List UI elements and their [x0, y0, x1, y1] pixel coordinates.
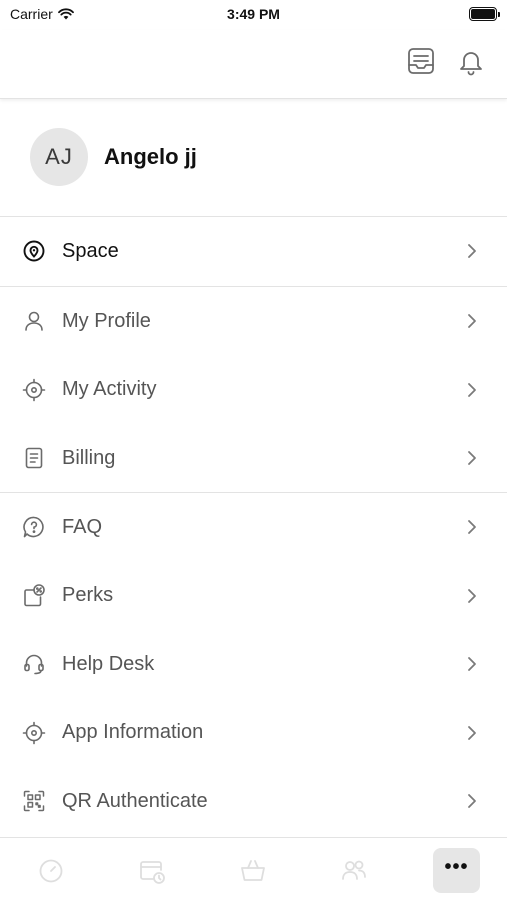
profile-header[interactable]: AJ Angelo jj	[0, 100, 507, 217]
menu-group-space: Space	[0, 217, 507, 286]
menu-item-space[interactable]: Space	[0, 217, 507, 286]
chevron-right-icon	[462, 311, 482, 331]
menu-item-app-information[interactable]: App Information	[0, 699, 507, 768]
status-time: 3:49 PM	[227, 6, 280, 22]
notifications-button[interactable]	[455, 45, 487, 77]
inbox-button[interactable]	[405, 45, 437, 77]
bell-icon	[460, 52, 482, 76]
chevron-right-icon	[462, 791, 482, 811]
user-icon	[21, 308, 47, 334]
menu-item-label: Billing	[62, 446, 116, 469]
tab-more[interactable]: •••	[433, 848, 480, 893]
inbox-icon	[408, 48, 434, 74]
qr-code-icon	[21, 788, 47, 814]
menu-item-label: Perks	[62, 584, 114, 607]
menu-group-support: FAQ Perks Help Desk App Information QR A…	[0, 493, 507, 836]
menu-item-label: App Information	[62, 721, 204, 744]
chevron-right-icon	[462, 586, 482, 606]
top-nav	[0, 30, 507, 99]
tab-dashboard[interactable]	[28, 850, 74, 892]
chevron-right-icon	[462, 517, 482, 537]
chevron-right-icon	[462, 723, 482, 743]
chevron-right-icon	[462, 241, 482, 261]
menu-item-label: QR Authenticate	[62, 789, 208, 812]
menu-item-label: Space	[62, 239, 119, 262]
menu-item-label: Help Desk	[62, 652, 155, 675]
receipt-icon	[21, 445, 47, 471]
tab-bookings[interactable]	[129, 850, 175, 892]
basket-icon	[241, 860, 265, 881]
battery-icon	[469, 7, 500, 21]
menu-item-my-activity[interactable]: My Activity	[0, 356, 507, 425]
crosshair-icon	[21, 377, 47, 403]
tab-shop[interactable]	[230, 850, 276, 892]
headset-icon	[21, 651, 47, 677]
menu-group-account: My Profile My Activity Billing	[0, 287, 507, 493]
menu-item-label: My Profile	[62, 309, 151, 332]
bottom-tab-bar: •••	[0, 837, 507, 900]
more-icon: •••	[444, 855, 469, 878]
location-pin-icon	[21, 238, 47, 264]
question-bubble-icon	[21, 514, 47, 540]
menu-item-faq[interactable]: FAQ	[0, 493, 507, 562]
chevron-right-icon	[462, 448, 482, 468]
menu-item-my-profile[interactable]: My Profile	[0, 287, 507, 356]
status-bar: Carrier 3:49 PM	[0, 0, 507, 30]
chevron-right-icon	[462, 380, 482, 400]
calendar-clock-icon	[140, 861, 165, 884]
menu-item-qr-authenticate[interactable]: QR Authenticate	[0, 767, 507, 836]
menu-item-label: My Activity	[62, 378, 157, 401]
compass-icon	[39, 859, 63, 883]
users-icon	[342, 860, 366, 880]
menu-item-billing[interactable]: Billing	[0, 424, 507, 493]
menu-item-help-desk[interactable]: Help Desk	[0, 630, 507, 699]
avatar-initials: AJ	[45, 144, 73, 169]
tab-community[interactable]	[331, 850, 377, 892]
discount-tag-icon	[21, 583, 47, 609]
menu-item-label: FAQ	[62, 515, 103, 538]
user-name: Angelo jj	[104, 144, 197, 169]
chevron-right-icon	[462, 654, 482, 674]
crosshair-icon	[21, 720, 47, 746]
avatar: AJ	[30, 128, 88, 186]
menu-item-perks[interactable]: Perks	[0, 562, 507, 631]
